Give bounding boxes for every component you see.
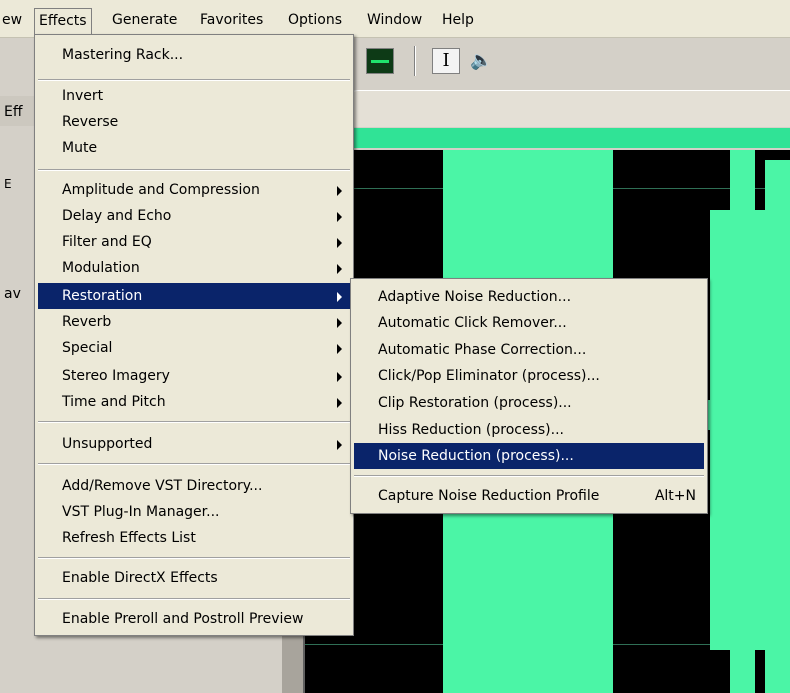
waveform-blip bbox=[465, 665, 485, 693]
menu-separator bbox=[38, 79, 350, 81]
waveform-view-icon[interactable] bbox=[366, 48, 394, 74]
submenu-arrow-icon bbox=[337, 238, 342, 248]
menu-separator bbox=[354, 475, 704, 477]
menu-item-label: Clip Restoration (process)... bbox=[378, 395, 572, 411]
menu-item-stereo-imagery[interactable]: Stereo Imagery bbox=[38, 363, 350, 389]
submenu-item-capture-noise-reduction-profile[interactable]: Capture Noise Reduction Profile Alt+N bbox=[354, 483, 704, 509]
menu-item-reverb[interactable]: Reverb bbox=[38, 309, 350, 335]
menubar-window[interactable]: Window bbox=[363, 9, 426, 31]
menu-item-mastering-rack[interactable]: Mastering Rack... bbox=[38, 42, 350, 68]
submenu-item-automatic-phase-correction[interactable]: Automatic Phase Correction... bbox=[354, 337, 704, 363]
menu-item-modulation[interactable]: Modulation bbox=[38, 255, 350, 281]
menu-item-label: Hiss Reduction (process)... bbox=[378, 422, 564, 438]
menubar: ew Effects Generate Favorites Options Wi… bbox=[0, 0, 790, 38]
shortcut-label: Alt+N bbox=[654, 488, 696, 504]
submenu-arrow-icon bbox=[337, 344, 342, 354]
menu-item-label: Unsupported bbox=[62, 436, 153, 452]
left-panel-tab[interactable]: Eff bbox=[4, 104, 23, 120]
menu-item-vst-plugin-manager[interactable]: VST Plug-In Manager... bbox=[38, 499, 350, 525]
menubar-help[interactable]: Help bbox=[438, 9, 478, 31]
menu-separator bbox=[38, 598, 350, 600]
submenu-arrow-icon bbox=[337, 292, 342, 302]
menu-separator bbox=[38, 421, 350, 423]
effects-menu: Mastering Rack... Invert Reverse Mute Am… bbox=[34, 34, 354, 636]
menu-item-label: Invert bbox=[62, 88, 104, 104]
menu-separator bbox=[38, 463, 350, 465]
submenu-item-clip-restoration[interactable]: Clip Restoration (process)... bbox=[354, 390, 704, 416]
ibeam-cursor-icon[interactable]: I bbox=[432, 48, 460, 74]
menu-item-label: Time and Pitch bbox=[62, 394, 166, 410]
menu-item-refresh-effects-list[interactable]: Refresh Effects List bbox=[38, 525, 350, 551]
menu-item-label: Mute bbox=[62, 140, 98, 156]
menu-item-add-remove-vst-directory[interactable]: Add/Remove VST Directory... bbox=[38, 473, 350, 499]
menu-item-label: Amplitude and Compression bbox=[62, 182, 260, 198]
file-list-item[interactable]: av bbox=[4, 286, 21, 302]
menu-separator bbox=[38, 557, 350, 559]
menu-item-label: Enable Preroll and Postroll Preview bbox=[62, 611, 304, 627]
menu-item-mute[interactable]: Mute bbox=[38, 135, 350, 161]
menubar-effects[interactable]: Effects bbox=[34, 8, 92, 35]
menu-item-label: Enable DirectX Effects bbox=[62, 570, 218, 586]
menu-item-label: Noise Reduction (process)... bbox=[378, 448, 574, 464]
menu-item-label: Automatic Click Remover... bbox=[378, 315, 567, 331]
menu-item-label: Filter and EQ bbox=[62, 234, 152, 250]
submenu-arrow-icon bbox=[337, 212, 342, 222]
submenu-arrow-icon bbox=[337, 398, 342, 408]
menubar-options[interactable]: Options bbox=[284, 9, 346, 31]
menu-item-label: Click/Pop Eliminator (process)... bbox=[378, 368, 600, 384]
restoration-submenu: Adaptive Noise Reduction... Automatic Cl… bbox=[350, 278, 708, 514]
submenu-item-noise-reduction[interactable]: Noise Reduction (process)... bbox=[354, 443, 704, 469]
menu-item-unsupported[interactable]: Unsupported bbox=[38, 431, 350, 457]
menubar-generate[interactable]: Generate bbox=[108, 9, 181, 31]
waveform-burst bbox=[765, 160, 790, 693]
menu-item-enable-preroll-postroll-preview[interactable]: Enable Preroll and Postroll Preview bbox=[38, 606, 350, 632]
submenu-arrow-icon bbox=[337, 372, 342, 382]
menu-item-time-and-pitch[interactable]: Time and Pitch bbox=[38, 389, 350, 415]
submenu-item-automatic-click-remover[interactable]: Automatic Click Remover... bbox=[354, 310, 704, 336]
submenu-item-click-pop-eliminator[interactable]: Click/Pop Eliminator (process)... bbox=[354, 363, 704, 389]
menu-separator bbox=[38, 169, 350, 171]
menu-item-label: Capture Noise Reduction Profile bbox=[378, 488, 600, 504]
panel-icon: E bbox=[4, 177, 12, 191]
waveform-burst bbox=[730, 150, 755, 693]
menu-item-filter-and-eq[interactable]: Filter and EQ bbox=[38, 229, 350, 255]
menu-item-label: Reverb bbox=[62, 314, 112, 330]
menu-item-invert[interactable]: Invert bbox=[38, 83, 350, 109]
speaker-icon[interactable]: 🔈 bbox=[470, 48, 496, 74]
menu-item-label: Delay and Echo bbox=[62, 208, 172, 224]
menubar-favorites[interactable]: Favorites bbox=[196, 9, 267, 31]
submenu-arrow-icon bbox=[337, 318, 342, 328]
editor-tab[interactable] bbox=[340, 90, 790, 127]
menu-item-label: VST Plug-In Manager... bbox=[62, 504, 220, 520]
menu-item-reverse[interactable]: Reverse bbox=[38, 109, 350, 135]
menu-item-delay-and-echo[interactable]: Delay and Echo bbox=[38, 203, 350, 229]
submenu-arrow-icon bbox=[337, 186, 342, 196]
submenu-item-adaptive-noise-reduction[interactable]: Adaptive Noise Reduction... bbox=[354, 284, 704, 310]
menu-item-label: Stereo Imagery bbox=[62, 368, 170, 384]
toolbar-separator bbox=[414, 46, 416, 76]
menubar-view[interactable]: ew bbox=[0, 9, 26, 31]
menu-item-label: Special bbox=[62, 340, 113, 356]
menu-item-label: Mastering Rack... bbox=[62, 47, 184, 63]
menu-item-amplitude-and-compression[interactable]: Amplitude and Compression bbox=[38, 177, 350, 203]
menu-item-label: Reverse bbox=[62, 114, 119, 130]
submenu-item-hiss-reduction[interactable]: Hiss Reduction (process)... bbox=[354, 417, 704, 443]
timeline-overview-bar[interactable] bbox=[330, 128, 790, 148]
menu-item-label: Modulation bbox=[62, 260, 140, 276]
menu-item-special[interactable]: Special bbox=[38, 335, 350, 361]
submenu-arrow-icon bbox=[337, 440, 342, 450]
menu-item-label: Automatic Phase Correction... bbox=[378, 342, 587, 358]
menu-item-label: Add/Remove VST Directory... bbox=[62, 478, 263, 494]
menu-item-label: Restoration bbox=[62, 288, 143, 304]
menu-item-enable-directx-effects[interactable]: Enable DirectX Effects bbox=[38, 565, 350, 591]
menu-item-restoration[interactable]: Restoration bbox=[38, 283, 350, 309]
menu-item-label: Adaptive Noise Reduction... bbox=[378, 289, 572, 305]
submenu-arrow-icon bbox=[337, 264, 342, 274]
waveform-peak bbox=[455, 150, 485, 180]
menu-item-label: Refresh Effects List bbox=[62, 530, 196, 546]
